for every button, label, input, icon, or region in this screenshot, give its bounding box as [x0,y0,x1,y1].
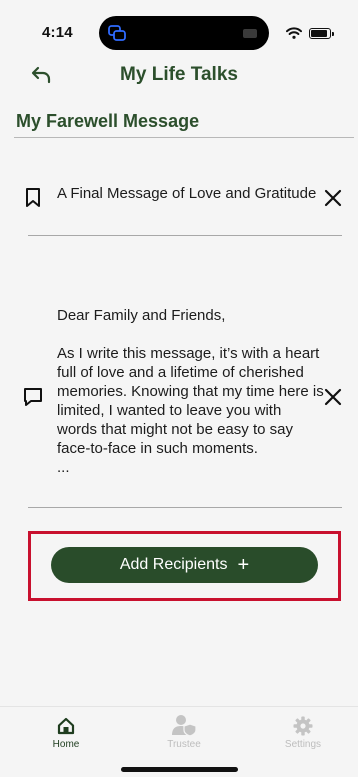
battery-icon [309,28,334,39]
tab-home-label: Home [52,739,80,750]
status-time: 4:14 [42,24,73,41]
message-body-row[interactable]: Dear Family and Friends, As I write this… [0,300,358,510]
wifi-icon [286,27,302,39]
section-title: My Farewell Message [16,111,200,131]
apple-tv-icon [243,29,257,38]
message-icon [24,388,42,406]
page-title: My Life Talks [120,64,238,85]
clear-subject-close-icon[interactable] [322,187,344,209]
clear-message-close-icon[interactable] [322,386,344,408]
message-body[interactable]: Dear Family and Friends, As I write this… [57,306,325,477]
trustee-icon [172,715,197,736]
tab-bar: Home Trustee Settings [0,706,358,777]
tab-trustee-label: Trustee [167,739,201,750]
tab-settings[interactable]: Settings [263,707,343,757]
message-ellipsis: ... [57,459,70,476]
divider [14,137,354,138]
add-recipients-label: Add Recipients [119,556,228,573]
tab-settings-label: Settings [284,739,322,750]
subject-row[interactable]: A Final Message of Love and Gratitude [0,178,358,238]
dynamic-island [99,16,269,50]
home-indicator [121,767,238,772]
plus-icon: + [237,554,250,576]
tab-trustee[interactable]: Trustee [144,707,224,757]
tab-home[interactable]: Home [26,707,106,757]
message-greeting: Dear Family and Friends, [57,307,226,324]
message-subject[interactable]: A Final Message of Love and Gratitude [57,184,325,203]
gear-icon [293,716,313,736]
divider [28,235,342,236]
divider [28,507,342,508]
status-bar: 4:14 [0,0,358,60]
home-icon [57,717,75,735]
add-recipients-button[interactable]: Add Recipients + [51,547,318,583]
screen-mirror-icon [108,25,126,41]
message-paragraph: As I write this message, it’s with a hea… [57,345,324,457]
nav-bar: My Life Talks [0,60,358,94]
bookmark-icon [26,188,40,207]
